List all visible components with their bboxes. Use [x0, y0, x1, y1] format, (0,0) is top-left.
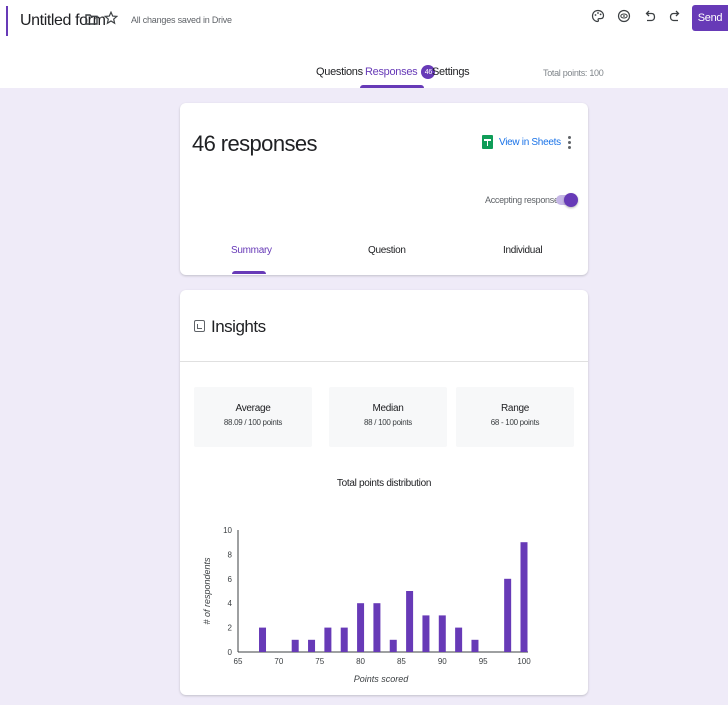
x-tick-label: 75: [315, 657, 324, 666]
bar: [291, 639, 299, 652]
bar: [389, 639, 397, 652]
bar: [357, 603, 365, 652]
x-tick-label: 85: [397, 657, 406, 666]
stat-average-label: Average: [235, 403, 271, 414]
y-tick-label: 8: [228, 550, 233, 559]
form-tabs: Questions Responses 46 Settings: [0, 60, 728, 88]
insights-title: Insights: [211, 317, 266, 336]
undo-icon[interactable]: [643, 9, 657, 23]
insights-icon: [194, 320, 205, 332]
bar: [324, 627, 332, 652]
bar: [373, 603, 381, 652]
responses-card: 46 responses View in Sheets Accepting re…: [180, 103, 588, 275]
accepting-responses-label: Accepting responses: [485, 195, 563, 205]
preview-eye-icon[interactable]: [617, 9, 631, 23]
y-tick-label: 0: [228, 648, 233, 657]
bar: [259, 627, 267, 652]
view-in-sheets-link[interactable]: View in Sheets: [482, 135, 561, 149]
bar: [308, 639, 316, 652]
tab-questions[interactable]: Questions: [316, 60, 363, 84]
save-status: All changes saved in Drive: [131, 15, 232, 25]
bar: [422, 615, 430, 652]
tab-settings-label: Settings: [432, 66, 470, 78]
tab-responses-label: Responses: [365, 66, 418, 78]
redo-icon[interactable]: [668, 9, 682, 23]
palette-icon[interactable]: [591, 9, 605, 23]
stat-average-value: 88.09 / 100 points: [223, 418, 283, 427]
stat-median: Median 88 / 100 points: [329, 387, 447, 447]
accent-line: [6, 6, 8, 36]
x-tick-label: 90: [438, 657, 447, 666]
sheets-icon: [482, 135, 493, 149]
sub-tab-question[interactable]: Question: [368, 245, 406, 256]
y-tick-label: 10: [223, 526, 232, 535]
bar: [438, 615, 446, 652]
active-tab-indicator: [360, 85, 424, 88]
x-tick-label: 70: [274, 657, 283, 666]
chart-title: Total points distribution: [336, 478, 432, 489]
insights-header: Insights: [180, 290, 588, 362]
y-axis-label: # of respondents: [202, 557, 212, 625]
active-sub-tab-indicator: [232, 271, 266, 274]
points-distribution-chart: 0 2 4 6 8 10 65 70 75 80 85 90 95 100 Points scored # o…: [202, 526, 531, 684]
send-button[interactable]: Send: [692, 5, 728, 31]
bar: [406, 591, 414, 652]
y-tick-label: 4: [228, 599, 233, 608]
insights-card: Insights Average 88.09 / 100 points Medi…: [180, 290, 588, 695]
x-tick-label: 80: [356, 657, 365, 666]
stat-median-value: 88 / 100 points: [364, 418, 412, 427]
tab-settings[interactable]: Settings: [432, 60, 470, 84]
x-tick-label: 65: [234, 657, 243, 666]
top-app-bar: Untitled form All changes saved in Drive…: [0, 0, 728, 88]
x-tick-label: 95: [479, 657, 488, 666]
bar: [471, 639, 479, 652]
stat-range: Range 68 - 100 points: [456, 387, 574, 447]
stat-range-label: Range: [501, 403, 529, 414]
bar: [455, 627, 463, 652]
star-icon[interactable]: [104, 11, 118, 25]
responses-count: 46 responses: [192, 131, 317, 156]
tab-questions-label: Questions: [316, 66, 363, 78]
tab-responses[interactable]: Responses 46: [365, 60, 436, 84]
bar: [520, 542, 528, 652]
bar: [504, 578, 512, 652]
accepting-responses-toggle[interactable]: [556, 193, 578, 207]
x-tick-label: 100: [517, 657, 531, 666]
y-tick-label: 2: [228, 624, 233, 633]
stat-average: Average 88.09 / 100 points: [194, 387, 312, 447]
sub-tab-summary[interactable]: Summary: [231, 245, 272, 256]
stat-range-value: 68 - 100 points: [490, 418, 540, 427]
x-axis-label: Points scored: [354, 674, 410, 684]
total-points: Total points: 100: [543, 68, 604, 78]
y-tick-label: 6: [228, 575, 233, 584]
view-in-sheets-label: View in Sheets: [499, 136, 561, 148]
more-options-icon[interactable]: [566, 135, 572, 151]
bar: [340, 627, 348, 652]
folder-icon[interactable]: [84, 12, 98, 26]
stat-median-label: Median: [372, 403, 404, 414]
sub-tab-individual[interactable]: Individual: [503, 245, 543, 256]
